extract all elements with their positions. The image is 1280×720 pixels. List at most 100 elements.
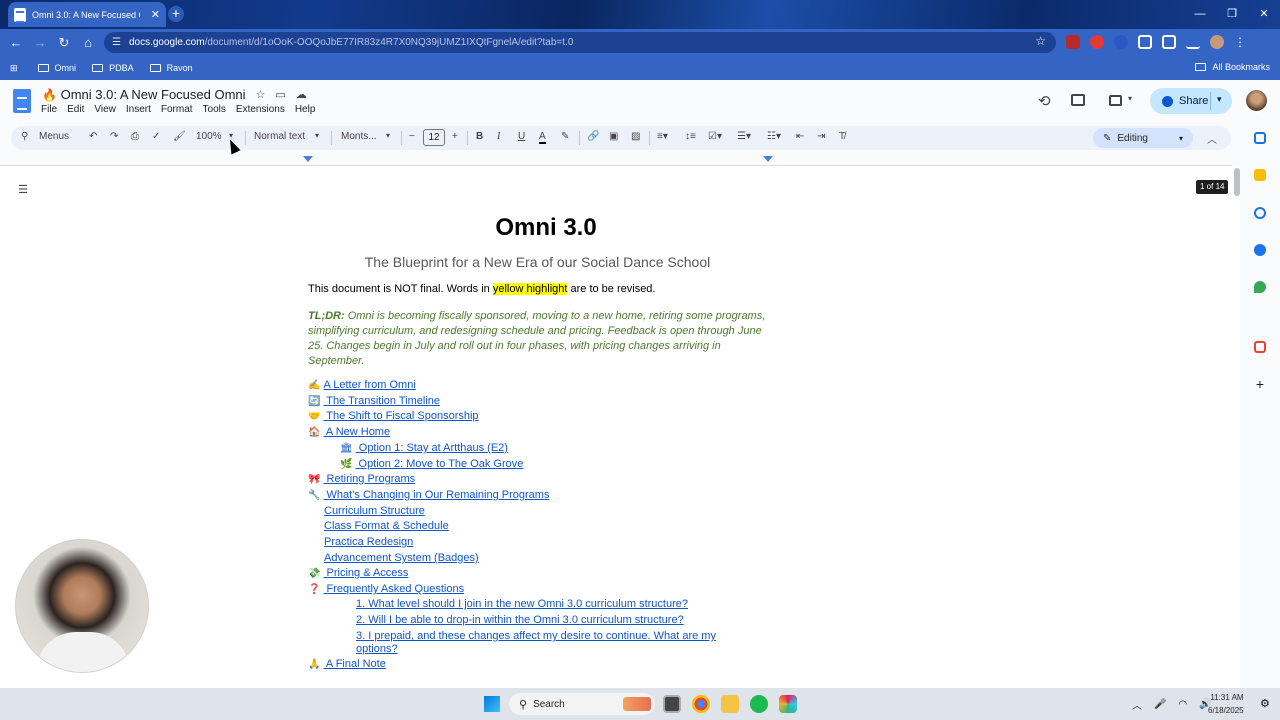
left-indent-marker[interactable] (303, 156, 313, 162)
numbered-list-icon[interactable]: ☷▾ (767, 131, 781, 142)
download-icon[interactable] (1186, 35, 1200, 49)
right-indent-marker[interactable] (763, 156, 773, 162)
search-menus-icon[interactable]: ⚲ (21, 131, 28, 142)
menu-file[interactable]: File (41, 104, 57, 115)
italic-icon[interactable]: I (497, 131, 500, 142)
task-view-icon[interactable] (663, 695, 681, 713)
more-icon[interactable]: ⋮ (1234, 35, 1248, 49)
bulleted-list-icon[interactable]: ☰▾ (737, 131, 751, 142)
toc-link[interactable]: 💸 Pricing & Access (308, 567, 408, 579)
bookmark-pdba[interactable]: PDBA (92, 63, 134, 73)
tray-expand-icon[interactable]: ︿ (1132, 697, 1142, 712)
cloud-icon[interactable]: ☁ (296, 88, 307, 101)
bold-icon[interactable]: B (476, 131, 483, 142)
folder-move-icon[interactable]: ▭ (275, 88, 285, 101)
menu-tools[interactable]: Tools (203, 104, 226, 115)
reload-icon[interactable]: ↻ (52, 35, 76, 51)
print-icon[interactable]: ⎙ (131, 131, 139, 142)
docs-logo-icon[interactable] (13, 89, 31, 113)
maps-icon[interactable] (1254, 281, 1266, 293)
toc-link[interactable]: Practica Redesign (324, 536, 413, 548)
windows-start-icon[interactable] (484, 696, 500, 712)
toc-link[interactable]: 🎀 Retiring Programs (308, 473, 415, 485)
tab-close-icon[interactable]: ✕ (151, 8, 160, 21)
toc-link[interactable]: ✍️ A Letter from Omni (308, 379, 416, 391)
zoom-select[interactable]: 100% (196, 131, 222, 142)
profile-icon[interactable] (1210, 35, 1224, 49)
microphone-icon[interactable]: 🎤 (1154, 699, 1166, 710)
toc-link[interactable]: options? (356, 643, 398, 655)
all-bookmarks[interactable]: All Bookmarks (1195, 62, 1270, 72)
search-menus[interactable]: Menus (39, 131, 69, 142)
share-button[interactable]: Share ▾ (1150, 88, 1232, 114)
add-addon-icon[interactable]: + (1254, 377, 1266, 391)
increase-font-size-icon[interactable]: + (452, 131, 458, 142)
star-icon[interactable]: ☆ (256, 88, 266, 101)
browser-tab[interactable]: Omni 3.0: A New Focused Omni ✕ (8, 2, 166, 27)
toc-link[interactable]: 🙏 A Final Note (308, 658, 386, 670)
maximize-button[interactable]: ❐ (1216, 0, 1248, 29)
toc-link[interactable]: 🔧 What’s Changing in Our Remaining Progr… (308, 489, 549, 501)
text-color-icon[interactable]: A (539, 131, 546, 144)
align-icon[interactable]: ≡▾ (657, 131, 668, 142)
bookmark-omni[interactable]: Omni (37, 63, 76, 73)
toc-link[interactable]: 🤝 The Shift to Fiscal Sponsorship (308, 410, 479, 422)
insert-link-icon[interactable]: 🔗 (587, 131, 599, 142)
wifi-icon[interactable]: ◠ (1178, 699, 1187, 710)
toc-link[interactable]: 🏛 Option 1: Stay at Artthaus (E2) (340, 442, 508, 454)
account-avatar[interactable] (1244, 88, 1269, 113)
calendar-icon[interactable] (1254, 132, 1266, 144)
style-dropdown-icon[interactable]: ▾ (315, 131, 319, 140)
clock[interactable]: 11:31 AM 6/18/2025 (1208, 691, 1244, 717)
outline-icon[interactable]: ☰ (12, 180, 34, 200)
extension-icon[interactable] (1066, 35, 1080, 49)
redo-icon[interactable]: ↷ (110, 131, 118, 142)
highlight-color-icon[interactable]: ✎ (561, 131, 569, 142)
collapse-toolbar-icon[interactable]: ︿ (1207, 131, 1217, 146)
add-comment-icon[interactable]: ▣ (609, 131, 618, 142)
style-select[interactable]: Normal text (254, 131, 305, 142)
menu-insert[interactable]: Insert (126, 104, 151, 115)
decrease-indent-icon[interactable]: ⇤ (796, 131, 804, 142)
insert-image-icon[interactable]: ▨ (631, 131, 640, 142)
addon-icon[interactable] (1254, 341, 1266, 353)
toc-link[interactable]: 3. I prepaid, and these changes affect m… (356, 630, 716, 642)
increase-indent-icon[interactable]: ⇥ (817, 131, 825, 142)
puzzle-icon[interactable] (1138, 35, 1152, 49)
spellcheck-icon[interactable]: ✓ (152, 131, 160, 142)
forward-icon[interactable]: → (28, 35, 52, 50)
toc-link[interactable]: 1. What level should I join in the new O… (356, 598, 688, 610)
notifications-icon[interactable]: ⚙ (1260, 697, 1270, 710)
chrome-icon[interactable] (692, 695, 710, 713)
menu-format[interactable]: Format (161, 104, 193, 115)
checklist-icon[interactable]: ☑▾ (708, 131, 722, 142)
paint-format-icon[interactable]: 🖌 (173, 131, 186, 142)
toc-link[interactable]: 🌿 Option 2: Move to The Oak Grove (340, 458, 523, 470)
menu-edit[interactable]: Edit (67, 104, 84, 115)
clear-formatting-icon[interactable]: T̸ (839, 131, 845, 142)
site-info-icon[interactable]: ☰ (112, 37, 121, 48)
toc-link[interactable]: 🔄 The Transition Timeline (308, 395, 440, 407)
menu-view[interactable]: View (94, 104, 116, 115)
keep-icon[interactable] (1254, 169, 1266, 181)
taskbar-search[interactable]: ⚲ Search (509, 693, 655, 715)
decrease-font-size-icon[interactable]: − (409, 131, 415, 142)
undo-icon[interactable]: ↶ (89, 131, 97, 142)
meet-icon[interactable] (1109, 95, 1122, 106)
file-explorer-icon[interactable] (721, 695, 739, 713)
spotify-icon[interactable] (750, 695, 768, 713)
comment-icon[interactable] (1071, 94, 1085, 106)
slack-icon[interactable] (779, 695, 797, 713)
font-size-input[interactable]: 12 (423, 129, 445, 146)
document-title[interactable]: 🔥 Omni 3.0: A New Focused Omni (42, 87, 246, 102)
share-dropdown-icon[interactable]: ▾ (1217, 94, 1222, 105)
extension-icon[interactable] (1090, 35, 1104, 49)
tasks-icon[interactable] (1254, 207, 1266, 219)
font-dropdown-icon[interactable]: ▾ (386, 131, 390, 140)
toc-link[interactable]: ❓ Frequently Asked Questions (308, 583, 464, 595)
toc-link[interactable]: 2. Will I be able to drop-in within the … (356, 614, 684, 626)
extension-icon[interactable] (1114, 35, 1128, 49)
bookmark-star-icon[interactable]: ☆ (1035, 34, 1046, 48)
contacts-icon[interactable] (1254, 244, 1266, 256)
apps-icon[interactable]: ⊞ (10, 63, 18, 74)
